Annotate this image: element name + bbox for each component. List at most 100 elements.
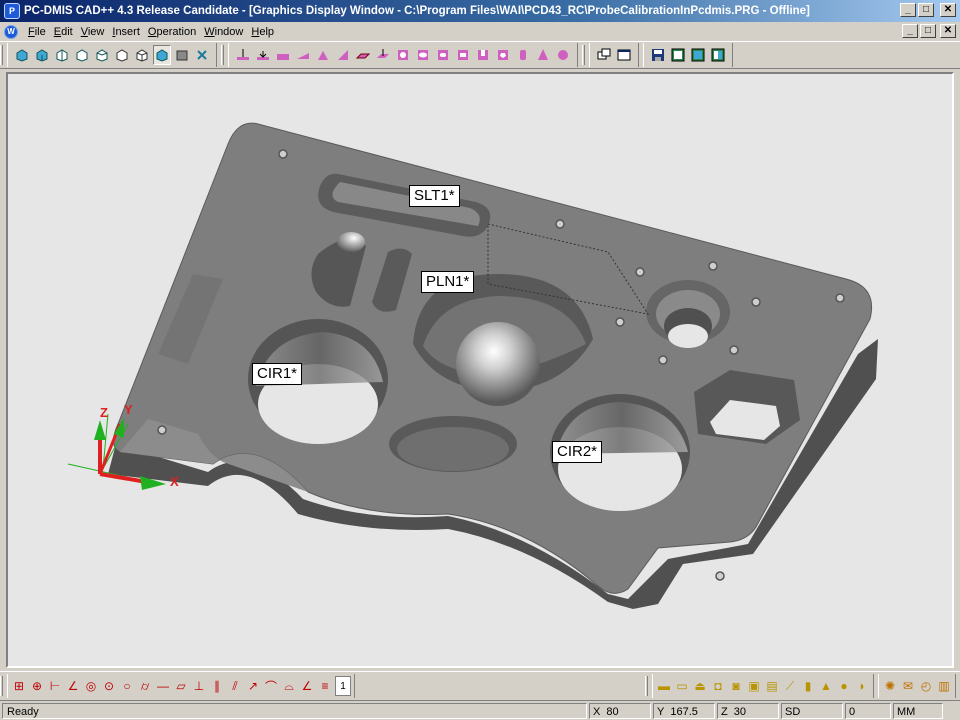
- perpendicularity-icon[interactable]: ⊥: [191, 676, 207, 696]
- status-z: Z 30: [717, 703, 779, 719]
- statistics-icon[interactable]: ▥: [936, 676, 952, 696]
- feature-label-cir2[interactable]: CIR2*: [552, 441, 603, 463]
- measured-surface-icon[interactable]: ◗: [854, 676, 870, 696]
- menu-help[interactable]: Help: [247, 26, 278, 38]
- auto-square-slot-icon[interactable]: [454, 45, 472, 65]
- auto-circle-icon[interactable]: [394, 45, 412, 65]
- auto-edge-point-icon[interactable]: [274, 45, 292, 65]
- edit-window-icon[interactable]: [669, 45, 687, 65]
- auto-round-slot-icon[interactable]: [434, 45, 452, 65]
- measured-circle-icon[interactable]: ◘: [710, 676, 726, 696]
- location-dimension-icon[interactable]: ⊞: [11, 676, 27, 696]
- measured-curve-icon[interactable]: ⟋: [782, 676, 798, 696]
- auto-angle-point-icon[interactable]: [294, 45, 312, 65]
- menu-window[interactable]: Window: [200, 26, 247, 38]
- window-layout-toolbar: [589, 43, 639, 67]
- close-button[interactable]: ✕: [940, 3, 956, 17]
- view-left-icon[interactable]: [73, 45, 91, 65]
- straightness-icon[interactable]: —: [155, 676, 171, 696]
- profile-line-icon[interactable]: ⌒: [263, 676, 279, 696]
- view-back-icon[interactable]: [93, 45, 111, 65]
- auto-line-icon[interactable]: [354, 45, 372, 65]
- profile-surface-icon[interactable]: ⌓: [281, 676, 297, 696]
- measured-set-icon[interactable]: ▤: [764, 676, 780, 696]
- flatness-icon[interactable]: ▱: [173, 676, 189, 696]
- concentricity-icon[interactable]: ◎: [83, 676, 99, 696]
- auto-surface-point-icon[interactable]: [254, 45, 272, 65]
- auto-notch-slot-icon[interactable]: [474, 45, 492, 65]
- doc-minimize-button[interactable]: _: [902, 24, 918, 38]
- cascade-windows-icon[interactable]: [595, 45, 613, 65]
- total-runout-icon[interactable]: ⫽: [227, 676, 243, 696]
- minimize-button[interactable]: _: [900, 3, 916, 17]
- auto-vector-point-icon[interactable]: [234, 45, 252, 65]
- menu-edit[interactable]: Edit: [50, 26, 77, 38]
- toolbar-grip[interactable]: [645, 676, 648, 696]
- circular-runout-icon[interactable]: ↗: [245, 676, 261, 696]
- cylindricity-icon[interactable]: ⌭: [137, 676, 153, 696]
- measured-cylinder-icon[interactable]: ▮: [800, 676, 816, 696]
- measured-point-icon[interactable]: ▬: [656, 676, 672, 696]
- solid-view-icon[interactable]: [153, 45, 171, 65]
- true-position-icon[interactable]: ⊕: [29, 676, 45, 696]
- symmetry-icon[interactable]: ≡: [317, 676, 333, 696]
- hidden-line-icon[interactable]: [193, 45, 211, 65]
- auto-corner-point-icon[interactable]: [314, 45, 332, 65]
- keyin-dimension-icon[interactable]: 1: [335, 676, 351, 696]
- parallelism-icon[interactable]: ∥: [209, 676, 225, 696]
- auto-polygon-icon[interactable]: [494, 45, 512, 65]
- status-window-icon[interactable]: [709, 45, 727, 65]
- view-top-icon[interactable]: [13, 45, 31, 65]
- menu-bar: W File Edit View Insert Operation Window…: [0, 22, 960, 41]
- distance-icon[interactable]: ⊢: [47, 676, 63, 696]
- view-iso-icon[interactable]: [133, 45, 151, 65]
- auto-cone-icon[interactable]: [534, 45, 552, 65]
- measured-square-slot-icon[interactable]: ▣: [746, 676, 762, 696]
- menu-insert[interactable]: Insert: [108, 26, 144, 38]
- auto-cylinder-icon[interactable]: [514, 45, 532, 65]
- measured-cone-icon[interactable]: ▲: [818, 676, 834, 696]
- menu-file[interactable]: File: [24, 26, 50, 38]
- cad-part-model[interactable]: [8, 74, 954, 668]
- doc-restore-button[interactable]: □: [920, 24, 936, 38]
- angularity-icon[interactable]: ∠: [299, 676, 315, 696]
- measured-round-slot-icon[interactable]: ◙: [728, 676, 744, 696]
- doc-close-button[interactable]: ✕: [940, 24, 956, 38]
- auto-high-point-icon[interactable]: [334, 45, 352, 65]
- menu-view[interactable]: View: [77, 26, 109, 38]
- view-toolbar: [7, 43, 217, 67]
- feature-label-cir1[interactable]: CIR1*: [252, 363, 303, 385]
- measured-plane-icon[interactable]: ⏏: [692, 676, 708, 696]
- save-icon[interactable]: [649, 45, 667, 65]
- toolbar-grip[interactable]: [0, 676, 3, 696]
- graphics-window-icon[interactable]: [615, 45, 633, 65]
- probe-mode-icon[interactable]: ✉: [900, 676, 916, 696]
- report-window-icon[interactable]: [689, 45, 707, 65]
- view-bottom-icon[interactable]: [113, 45, 131, 65]
- document-icon[interactable]: W: [4, 24, 18, 39]
- feature-label-slt1[interactable]: SLT1*: [409, 185, 460, 207]
- view-right-icon[interactable]: [53, 45, 71, 65]
- menu-operation[interactable]: Operation: [144, 26, 200, 38]
- toolbar-grip[interactable]: [221, 45, 224, 65]
- toolbar-grip[interactable]: [582, 45, 585, 65]
- graphics-display-window[interactable]: Z Y X SLT1* PLN1* CIR1* CIR2*: [6, 72, 954, 668]
- feature-label-pln1[interactable]: PLN1*: [421, 271, 475, 293]
- measured-sphere-icon[interactable]: ●: [836, 676, 852, 696]
- coaxiality-icon[interactable]: ⊙: [101, 676, 117, 696]
- measured-line-icon[interactable]: ▭: [674, 676, 690, 696]
- status-y-label: Y: [657, 706, 665, 718]
- clock-icon[interactable]: ◴: [918, 676, 934, 696]
- auto-ellipse-icon[interactable]: [414, 45, 432, 65]
- app-icon[interactable]: P: [4, 3, 20, 19]
- auto-plane-icon[interactable]: [374, 45, 392, 65]
- constructed-features-toolbar: ⊞ ⊕ ⊢ ∠ ◎ ⊙ ○ ⌭ — ▱ ⊥ ∥ ⫽ ↗ ⌒ ⌓ ∠ ≡ 1 ▬ …: [0, 671, 960, 701]
- circularity-icon[interactable]: ○: [119, 676, 135, 696]
- wireframe-view-icon[interactable]: [173, 45, 191, 65]
- settings-wheel-icon[interactable]: ✺: [882, 676, 898, 696]
- angle-icon[interactable]: ∠: [65, 676, 81, 696]
- view-front-icon[interactable]: [33, 45, 51, 65]
- maximize-button[interactable]: □: [918, 3, 934, 17]
- toolbar-grip[interactable]: [0, 45, 3, 65]
- auto-sphere-icon[interactable]: [554, 45, 572, 65]
